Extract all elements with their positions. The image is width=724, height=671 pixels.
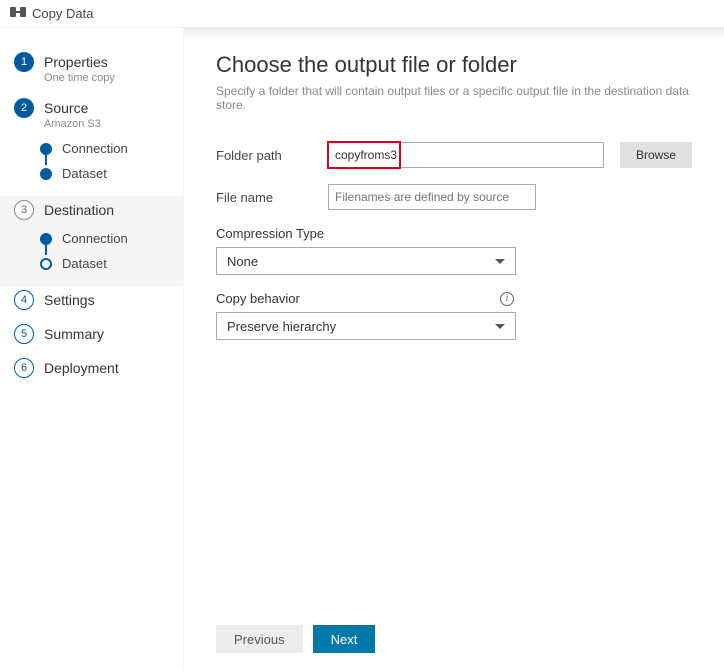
copy-behavior-block: Copy behavior i Preserve hierarchy <box>216 291 692 340</box>
file-name-row: File name <box>216 184 692 210</box>
browse-button[interactable]: Browse <box>620 142 692 168</box>
copy-behavior-label: Copy behavior <box>216 291 300 306</box>
compression-value: None <box>227 254 258 269</box>
page-title: Choose the output file or folder <box>216 52 692 78</box>
step-num: 3 <box>14 200 34 220</box>
footer: Previous Next <box>216 613 692 653</box>
copy-behavior-dropdown[interactable]: Preserve hierarchy <box>216 312 516 340</box>
copy-icon <box>10 5 26 22</box>
info-icon[interactable]: i <box>500 292 514 306</box>
step-num: 6 <box>14 358 34 378</box>
titlebar-title: Copy Data <box>32 6 93 21</box>
step-subtitle: Amazon S3 <box>44 118 169 130</box>
substep-label: Dataset <box>62 166 107 181</box>
step-title: Source <box>44 100 88 116</box>
connector-line <box>45 153 47 165</box>
copy-behavior-value: Preserve hierarchy <box>227 319 336 334</box>
step-source[interactable]: 2 Source Amazon S3 Connection Dataset <box>0 94 183 196</box>
page-subtitle: Specify a folder that will contain outpu… <box>216 84 692 112</box>
step-title: Properties <box>44 54 108 70</box>
step-title: Destination <box>44 202 114 218</box>
folder-path-label: Folder path <box>216 148 312 163</box>
step-title: Summary <box>44 326 104 342</box>
step-destination[interactable]: 3 Destination Connection Dataset <box>0 196 183 286</box>
step-settings[interactable]: 4 Settings <box>0 286 183 320</box>
step-title: Settings <box>44 292 95 308</box>
folder-path-input[interactable] <box>328 142 604 168</box>
compression-dropdown[interactable]: None <box>216 247 516 275</box>
previous-button[interactable]: Previous <box>216 625 303 653</box>
step-num: 4 <box>14 290 34 310</box>
substep-label: Connection <box>62 231 128 246</box>
dot-icon <box>40 258 52 270</box>
step-num: 1 <box>14 52 34 72</box>
substep-destination-connection[interactable]: Connection <box>38 226 169 251</box>
file-name-input <box>328 184 536 210</box>
step-num: 5 <box>14 324 34 344</box>
file-name-label: File name <box>216 190 312 205</box>
step-summary[interactable]: 5 Summary <box>0 320 183 354</box>
connector-line <box>45 243 47 255</box>
substep-destination-dataset[interactable]: Dataset <box>38 251 169 276</box>
substep-source-connection[interactable]: Connection <box>38 136 169 161</box>
dot-icon <box>40 168 52 180</box>
compression-block: Compression Type None <box>216 226 692 275</box>
substep-label: Dataset <box>62 256 107 271</box>
step-properties[interactable]: 1 Properties One time copy <box>0 48 183 94</box>
step-num: 2 <box>14 98 34 118</box>
step-title: Deployment <box>44 360 119 376</box>
substep-label: Connection <box>62 141 128 156</box>
titlebar: Copy Data <box>0 0 724 28</box>
next-button[interactable]: Next <box>313 625 376 653</box>
substep-source-dataset[interactable]: Dataset <box>38 161 169 186</box>
main-content: Choose the output file or folder Specify… <box>184 28 724 671</box>
chevron-down-icon <box>495 259 505 264</box>
chevron-down-icon <box>495 324 505 329</box>
folder-path-row: Folder path Browse <box>216 142 692 168</box>
step-deployment[interactable]: 6 Deployment <box>0 354 183 388</box>
step-subtitle: One time copy <box>44 72 169 84</box>
wizard-sidebar: 1 Properties One time copy 2 Source Amaz… <box>0 28 184 671</box>
compression-label: Compression Type <box>216 226 324 241</box>
